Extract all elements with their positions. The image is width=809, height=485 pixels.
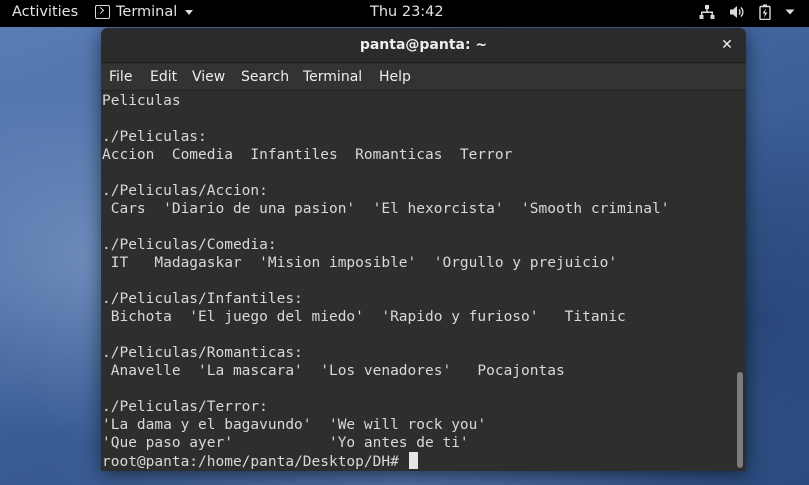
prompt-line[interactable]: root@panta:/home/panta/Desktop/DH#	[102, 452, 746, 470]
app-menu-label: Terminal	[116, 4, 178, 20]
chevron-down-icon	[185, 9, 194, 15]
volume-icon	[729, 4, 745, 20]
text-cursor	[408, 452, 418, 469]
top-bar: Activities Terminal Thu 23:42	[0, 0, 809, 27]
output-line: ./Peliculas/Romanticas:	[102, 345, 303, 361]
window-title: panta@panta: ~	[359, 37, 488, 53]
menu-bar: File Edit View Search Terminal Help	[101, 64, 746, 91]
output-line: 'Que paso ayer' 'Yo antes de ti'	[102, 435, 469, 451]
terminal-icon	[95, 5, 110, 19]
output-line: Peliculas	[102, 93, 181, 109]
close-icon: ✕	[721, 37, 733, 53]
output-line: Anavelle 'La mascara' 'Los venadores' Po…	[102, 363, 565, 379]
activities-button[interactable]: Activities	[12, 4, 78, 20]
output-line: ./Peliculas/Accion:	[102, 183, 268, 199]
app-menu[interactable]: Terminal	[95, 4, 194, 20]
terminal-output[interactable]: Peliculas ./Peliculas: Accion Comedia In…	[101, 91, 746, 471]
shell-prompt: root@panta:/home/panta/Desktop/DH#	[102, 454, 408, 470]
output-line: ./Peliculas/Terror:	[102, 399, 268, 415]
output-line: Bichota 'El juego del miedo' 'Rapido y f…	[102, 309, 626, 325]
title-bar[interactable]: panta@panta: ~ ✕	[101, 28, 746, 63]
menu-file[interactable]: File	[109, 69, 132, 85]
output-line: IT Madagaskar 'Mision imposible' 'Orgull…	[102, 255, 618, 271]
network-wired-icon	[699, 4, 715, 20]
clock[interactable]: Thu 23:42	[370, 4, 444, 20]
output-line: ./Peliculas:	[102, 129, 207, 145]
menu-edit[interactable]: Edit	[150, 69, 177, 85]
output-line: ./Peliculas/Comedia:	[102, 237, 277, 253]
menu-help[interactable]: Help	[379, 69, 411, 85]
terminal-window: panta@panta: ~ ✕ File Edit View Search T…	[101, 28, 746, 471]
system-tray[interactable]	[699, 4, 795, 20]
scrollbar-thumb[interactable]	[737, 372, 743, 468]
output-line: Accion Comedia Infantiles Romanticas Ter…	[102, 147, 513, 163]
output-line: 'La dama y el bagavundo' 'We will rock y…	[102, 417, 487, 433]
menu-terminal[interactable]: Terminal	[303, 69, 362, 85]
output-line: ./Peliculas/Infantiles:	[102, 291, 303, 307]
close-button[interactable]: ✕	[718, 36, 736, 54]
power-menu-chevron-down-icon	[785, 9, 795, 15]
battery-charging-icon	[759, 4, 771, 20]
menu-search[interactable]: Search	[241, 69, 289, 85]
menu-view[interactable]: View	[192, 69, 225, 85]
output-line: Cars 'Diario de una pasion' 'El hexorcis…	[102, 201, 670, 217]
